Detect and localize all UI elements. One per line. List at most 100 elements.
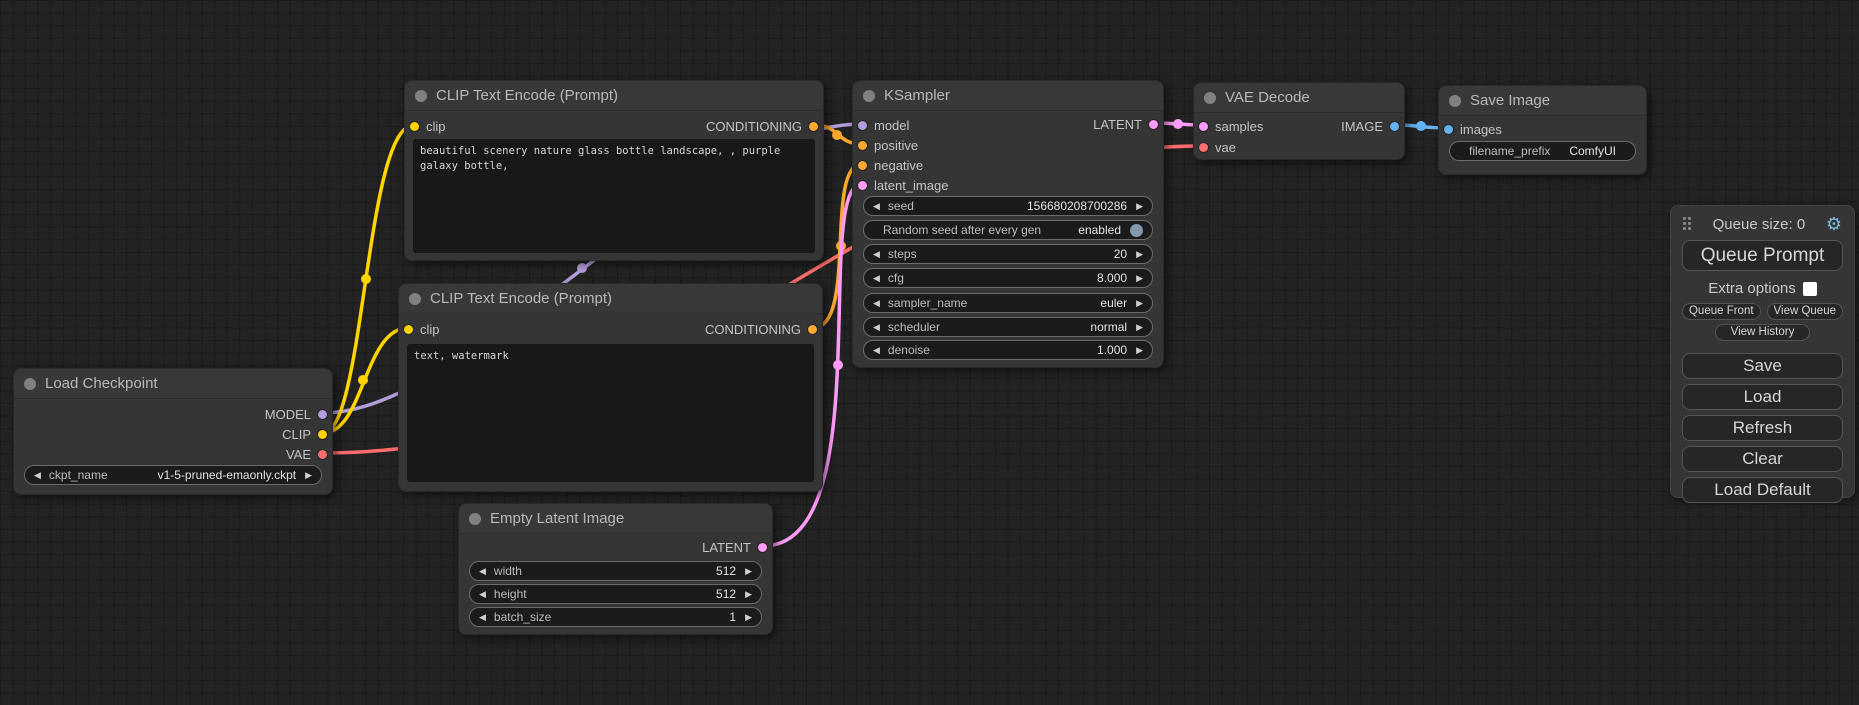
IMAGE-output-dot[interactable] <box>1390 122 1399 131</box>
CONDITIONING-output-port[interactable]: CONDITIONING <box>705 321 817 337</box>
samples-input-dot[interactable] <box>1199 122 1208 131</box>
Random seed after every gen-widget[interactable]: Random seed after every genenabled <box>863 220 1153 240</box>
LATENT-output-dot[interactable] <box>758 543 767 552</box>
scheduler-widget[interactable]: ◀schedulernormal▶ <box>863 317 1153 337</box>
node-load-checkpoint[interactable]: Load CheckpointMODELCLIPVAE◀ckpt_namev1-… <box>13 368 333 495</box>
queue-front-button[interactable]: Queue Front <box>1682 303 1761 320</box>
CONDITIONING-output-dot[interactable] <box>808 325 817 334</box>
widget-label: denoise <box>888 343 930 357</box>
model-input-dot[interactable] <box>858 121 867 130</box>
width-widget[interactable]: ◀width512▶ <box>469 561 762 581</box>
collapse-dot-icon[interactable] <box>469 513 481 525</box>
vae-input-port[interactable]: vae <box>1199 139 1236 155</box>
decrement-arrow-icon[interactable]: ◀ <box>873 250 880 259</box>
clear-button[interactable]: Clear <box>1682 446 1843 472</box>
collapse-dot-icon[interactable] <box>24 378 36 390</box>
increment-arrow-icon[interactable]: ▶ <box>1136 202 1143 211</box>
decrement-arrow-icon[interactable]: ◀ <box>34 471 41 480</box>
increment-arrow-icon[interactable]: ▶ <box>1136 274 1143 283</box>
settings-gear-icon[interactable]: ⚙ <box>1826 215 1842 233</box>
CLIP-output-dot[interactable] <box>318 430 327 439</box>
model-input-port[interactable]: model <box>858 117 909 133</box>
CONDITIONING-output-dot[interactable] <box>809 122 818 131</box>
decrement-arrow-icon[interactable]: ◀ <box>873 346 880 355</box>
ckpt_name-widget[interactable]: ◀ckpt_namev1-5-pruned-emaonly.ckpt▶ <box>24 465 322 485</box>
node-title: Save Image <box>1439 86 1646 116</box>
view-history-button[interactable]: View History <box>1715 324 1810 341</box>
graph-canvas[interactable]: Load CheckpointMODELCLIPVAE◀ckpt_namev1-… <box>0 0 1859 705</box>
increment-arrow-icon[interactable]: ▶ <box>305 471 312 480</box>
latent_image-input-dot[interactable] <box>858 181 867 190</box>
save-button[interactable]: Save <box>1682 353 1843 379</box>
filename_prefix-widget[interactable]: filename_prefixComfyUI <box>1449 141 1636 161</box>
positive-input-port[interactable]: positive <box>858 137 918 153</box>
MODEL-output-dot[interactable] <box>318 410 327 419</box>
load-button[interactable]: Load <box>1682 384 1843 410</box>
node-vae-decode[interactable]: VAE DecodesamplesvaeIMAGE <box>1193 82 1405 160</box>
VAE-output-dot[interactable] <box>318 450 327 459</box>
decrement-arrow-icon[interactable]: ◀ <box>479 613 486 622</box>
decrement-arrow-icon[interactable]: ◀ <box>479 567 486 576</box>
node-ksampler[interactable]: KSamplermodelpositivenegativelatent_imag… <box>852 80 1164 368</box>
positive-input-dot[interactable] <box>858 141 867 150</box>
height-widget[interactable]: ◀height512▶ <box>469 584 762 604</box>
LATENT-output-port[interactable]: LATENT <box>1093 116 1158 132</box>
decrement-arrow-icon[interactable]: ◀ <box>873 323 880 332</box>
seed-widget[interactable]: ◀seed156680208700286▶ <box>863 196 1153 216</box>
increment-arrow-icon[interactable]: ▶ <box>745 567 752 576</box>
negative-input-port[interactable]: negative <box>858 157 923 173</box>
drag-handle-icon[interactable] <box>1683 217 1692 231</box>
view-queue-button[interactable]: View Queue <box>1767 303 1843 320</box>
steps-widget[interactable]: ◀steps20▶ <box>863 244 1153 264</box>
LATENT-output-dot[interactable] <box>1149 120 1158 129</box>
batch_size-widget[interactable]: ◀batch_size1▶ <box>469 607 762 627</box>
increment-arrow-icon[interactable]: ▶ <box>1136 299 1143 308</box>
queue-prompt-button[interactable]: Queue Prompt <box>1682 240 1843 271</box>
clip-input-port[interactable]: clip <box>404 321 440 337</box>
cfg-widget[interactable]: ◀cfg8.000▶ <box>863 268 1153 288</box>
node-clip-text-encode-positive[interactable]: CLIP Text Encode (Prompt)clipCONDITIONIN… <box>404 80 824 261</box>
sampler_name-widget[interactable]: ◀sampler_nameeuler▶ <box>863 293 1153 313</box>
increment-arrow-icon[interactable]: ▶ <box>1136 346 1143 355</box>
increment-arrow-icon[interactable]: ▶ <box>1136 323 1143 332</box>
widget-value: ComfyUI <box>1569 144 1616 158</box>
clip-input-port[interactable]: clip <box>410 118 446 134</box>
decrement-arrow-icon[interactable]: ◀ <box>873 274 880 283</box>
increment-arrow-icon[interactable]: ▶ <box>745 613 752 622</box>
collapse-dot-icon[interactable] <box>415 90 427 102</box>
latent_image-input-port[interactable]: latent_image <box>858 177 948 193</box>
load-default-button[interactable]: Load Default <box>1682 477 1843 503</box>
queue-panel: Queue size: 0 ⚙ Queue Prompt Extra optio… <box>1670 205 1855 498</box>
clip-input-dot[interactable] <box>404 325 413 334</box>
toggle-circle-icon[interactable] <box>1130 224 1143 237</box>
IMAGE-output-port[interactable]: IMAGE <box>1341 118 1399 134</box>
collapse-dot-icon[interactable] <box>863 90 875 102</box>
decrement-arrow-icon[interactable]: ◀ <box>873 202 880 211</box>
CLIP-output-port[interactable]: CLIP <box>282 426 327 442</box>
refresh-button[interactable]: Refresh <box>1682 415 1843 441</box>
prompt-textarea[interactable]: text, watermark <box>407 344 814 482</box>
MODEL-output-port[interactable]: MODEL <box>265 406 327 422</box>
collapse-dot-icon[interactable] <box>1204 92 1216 104</box>
collapse-dot-icon[interactable] <box>1449 95 1461 107</box>
decrement-arrow-icon[interactable]: ◀ <box>479 590 486 599</box>
increment-arrow-icon[interactable]: ▶ <box>745 590 752 599</box>
collapse-dot-icon[interactable] <box>409 293 421 305</box>
prompt-textarea[interactable]: beautiful scenery nature glass bottle la… <box>413 139 815 253</box>
negative-input-dot[interactable] <box>858 161 867 170</box>
denoise-widget[interactable]: ◀denoise1.000▶ <box>863 340 1153 360</box>
VAE-output-port[interactable]: VAE <box>286 446 327 462</box>
CONDITIONING-output-port[interactable]: CONDITIONING <box>706 118 818 134</box>
node-empty-latent-image[interactable]: Empty Latent ImageLATENT◀width512▶◀heigh… <box>458 503 773 635</box>
decrement-arrow-icon[interactable]: ◀ <box>873 299 880 308</box>
samples-input-port[interactable]: samples <box>1199 118 1263 134</box>
clip-input-dot[interactable] <box>410 122 419 131</box>
LATENT-output-port[interactable]: LATENT <box>702 539 767 555</box>
vae-input-dot[interactable] <box>1199 143 1208 152</box>
extra-options-checkbox[interactable] <box>1803 282 1817 296</box>
node-save-image[interactable]: Save Image images filename_prefixComfyUI <box>1438 85 1647 175</box>
node-clip-text-encode-negative[interactable]: CLIP Text Encode (Prompt)clipCONDITIONIN… <box>398 283 823 492</box>
images-input-dot[interactable] <box>1444 125 1453 134</box>
images-input-port[interactable]: images <box>1444 121 1502 137</box>
increment-arrow-icon[interactable]: ▶ <box>1136 250 1143 259</box>
